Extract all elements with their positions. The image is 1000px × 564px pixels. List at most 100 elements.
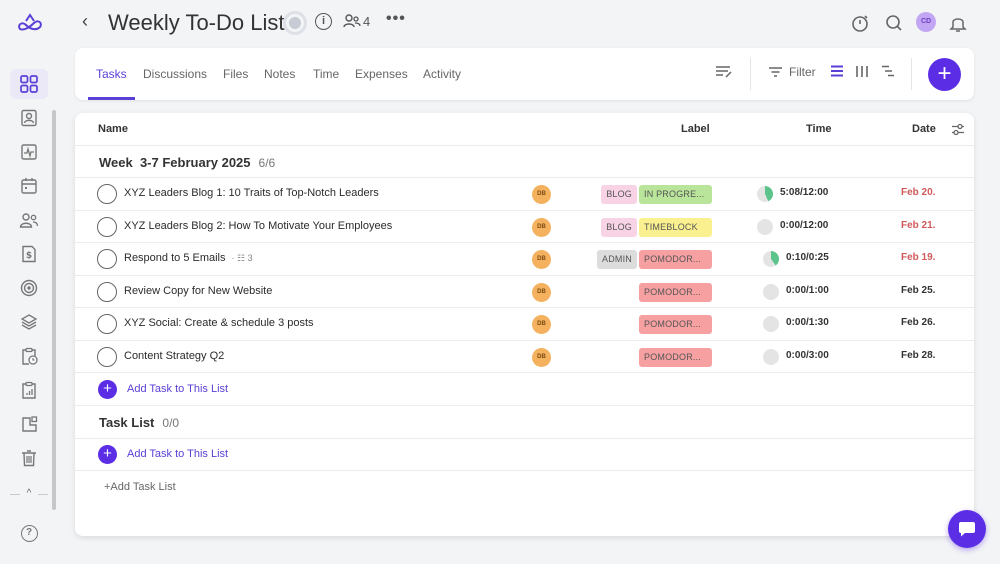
tab-files[interactable]: Files [223, 67, 248, 81]
due-date[interactable]: Feb 19. [901, 252, 935, 263]
label-badge[interactable]: ADMIN [597, 250, 637, 269]
sidebar-item-trash[interactable] [10, 443, 48, 473]
assignee-avatar[interactable]: DB [532, 282, 551, 302]
subtask-count[interactable]: · ☷ 3 [232, 253, 253, 263]
due-date[interactable]: Feb 26. [901, 317, 935, 328]
label-badge[interactable]: IN PROGRE... [639, 185, 712, 204]
sidebar-item-goals[interactable] [10, 273, 48, 303]
app-logo-icon[interactable] [16, 11, 44, 35]
more-options-icon[interactable]: ••• [386, 10, 406, 28]
timer-icon[interactable] [850, 13, 870, 33]
label-badge[interactable]: POMODOR... [639, 250, 712, 269]
sidebar-item-invoices[interactable]: $ [10, 239, 48, 269]
assignee-avatar[interactable]: DB [532, 185, 551, 204]
time-tracked[interactable]: 0:00/3:00 [786, 350, 829, 361]
chat-button[interactable] [948, 510, 986, 548]
sidebar-item-projects[interactable] [10, 307, 48, 337]
task-name[interactable]: XYZ Leaders Blog 1: 10 Traits of Top-Not… [124, 187, 379, 199]
task-complete-checkbox[interactable] [97, 184, 117, 204]
time-tracked[interactable]: 0:00/1:00 [786, 285, 829, 296]
time-tracked[interactable]: 0:00/12:00 [780, 220, 828, 231]
label-badge[interactable]: POMODOR... [639, 315, 712, 334]
task-row[interactable]: XYZ Leaders Blog 1: 10 Traits of Top-Not… [75, 178, 974, 210]
tab-notes[interactable]: Notes [264, 67, 295, 81]
members-button[interactable]: 4 [343, 13, 370, 29]
sidebar-item-timesheets[interactable] [10, 341, 48, 371]
search-icon[interactable] [884, 13, 904, 33]
board-view-button[interactable] [855, 65, 869, 78]
assignee-avatar[interactable]: DB [532, 217, 551, 237]
time-progress-icon[interactable] [763, 283, 779, 300]
sidebar-item-dashboard[interactable] [10, 69, 48, 99]
label-badge[interactable]: POMODOR... [639, 347, 712, 367]
due-date[interactable]: Feb 25. [901, 285, 935, 296]
task-row[interactable]: Review Copy for New Website DB POMODOR... 0… [75, 276, 974, 308]
tab-activity[interactable]: Activity [423, 67, 461, 81]
status-ring-icon[interactable] [283, 11, 307, 35]
bell-icon[interactable] [948, 13, 968, 33]
label-badge[interactable]: BLOG [601, 185, 637, 204]
time-progress-icon[interactable] [757, 218, 773, 235]
label-badge[interactable]: TIMEBLOCK [639, 217, 712, 237]
time-tracked[interactable]: 5:08/12:00 [780, 187, 828, 198]
label-badge[interactable]: BLOG [601, 217, 637, 237]
task-complete-checkbox[interactable] [97, 216, 117, 237]
group-header[interactable]: Task List 0/0 [99, 415, 179, 430]
chevron-left-icon[interactable]: ‹ [82, 11, 88, 32]
task-row[interactable]: Content Strategy Q2 DB POMODOR... 0:00/3:00… [75, 341, 974, 373]
add-task-list-button[interactable]: +Add Task List [104, 481, 176, 493]
tab-tasks[interactable]: Tasks [96, 67, 127, 81]
time-progress-icon[interactable] [763, 251, 779, 267]
tab-expenses[interactable]: Expenses [355, 67, 408, 81]
task-complete-checkbox[interactable] [97, 281, 117, 302]
due-date[interactable]: Feb 20. [901, 187, 935, 198]
column-settings-icon[interactable] [951, 123, 965, 136]
sidebar-item-calendar[interactable] [10, 171, 48, 201]
column-header-time[interactable]: Time [806, 123, 831, 135]
filter-button[interactable]: Filter [768, 65, 816, 79]
sidebar-item-contacts[interactable] [10, 103, 48, 133]
list-view-button[interactable] [830, 65, 844, 77]
task-row[interactable]: Respond to 5 Emails · ☷ 3 DB ADMIN POMODOR..… [75, 243, 974, 275]
user-avatar[interactable]: CD [916, 12, 936, 32]
task-name[interactable]: XYZ Social: Create & schedule 3 posts [124, 317, 314, 329]
column-header-name[interactable]: Name [98, 123, 128, 135]
add-button[interactable]: + [928, 58, 961, 91]
add-task-button[interactable]: + Add Task to This List [98, 438, 228, 470]
task-complete-checkbox[interactable] [97, 249, 117, 269]
group-header[interactable]: Week 3-7 February 2025 6/6 [99, 155, 275, 170]
task-row[interactable]: XYZ Leaders Blog 2: How To Motivate Your… [75, 211, 974, 243]
info-icon[interactable]: i [315, 13, 332, 30]
sidebar-item-people[interactable] [10, 205, 48, 235]
task-row[interactable]: XYZ Social: Create & schedule 3 posts DB P… [75, 308, 974, 340]
time-progress-icon[interactable] [757, 186, 773, 202]
label-badge[interactable]: POMODOR... [639, 282, 712, 302]
tab-discussions[interactable]: Discussions [143, 67, 207, 81]
task-name[interactable]: Respond to 5 Emails · ☷ 3 [124, 252, 253, 264]
column-header-label[interactable]: Label [681, 123, 710, 135]
due-date[interactable]: Feb 28. [901, 350, 935, 361]
sidebar-item-activity[interactable] [10, 137, 48, 167]
time-progress-icon[interactable] [763, 316, 779, 332]
task-name[interactable]: Content Strategy Q2 [124, 350, 224, 362]
assignee-avatar[interactable]: DB [532, 347, 551, 367]
column-header-date[interactable]: Date [912, 123, 936, 135]
sidebar-item-boards[interactable] [10, 409, 48, 439]
task-name[interactable]: Review Copy for New Website [124, 285, 272, 297]
add-task-button[interactable]: + Add Task to This List [98, 373, 228, 405]
help-button[interactable]: ? [10, 518, 48, 548]
assignee-avatar[interactable]: DB [532, 250, 551, 269]
time-tracked[interactable]: 0:10/0:25 [786, 252, 829, 263]
time-tracked[interactable]: 0:00/1:30 [786, 317, 829, 328]
assignee-avatar[interactable]: DB [532, 315, 551, 334]
edit-list-button[interactable] [715, 65, 733, 79]
tab-time[interactable]: Time [313, 67, 339, 81]
gantt-view-button[interactable] [881, 65, 895, 77]
task-complete-checkbox[interactable] [97, 346, 117, 367]
task-name[interactable]: XYZ Leaders Blog 2: How To Motivate Your… [124, 220, 392, 232]
due-date[interactable]: Feb 21. [901, 220, 935, 231]
collapse-chevron-icon[interactable]: ^ [10, 488, 48, 499]
sidebar-scrollbar[interactable] [52, 110, 56, 510]
time-progress-icon[interactable] [763, 348, 779, 365]
task-complete-checkbox[interactable] [97, 314, 117, 334]
